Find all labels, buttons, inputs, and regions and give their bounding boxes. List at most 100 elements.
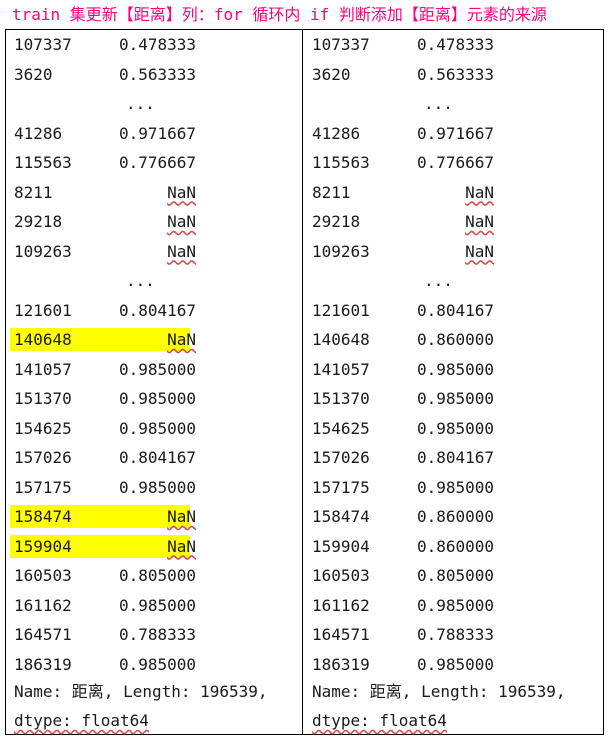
- row-value: 0.985000: [118, 418, 196, 438]
- row-value: NaN: [167, 330, 196, 349]
- row-value: 0.985000: [416, 654, 494, 674]
- row-value: 0.860000: [416, 507, 494, 526]
- row-value: 0.805000: [416, 566, 494, 585]
- row-index: 41286: [312, 123, 361, 143]
- row-value: NaN: [167, 182, 196, 202]
- row-index: 109263: [312, 241, 370, 261]
- series-row: 140648 0.860000: [306, 326, 602, 356]
- series-row: 140648 NaN: [8, 326, 304, 356]
- row-index: 157026: [14, 448, 72, 467]
- row-index: 121601: [312, 300, 370, 320]
- title-prefix: train: [12, 5, 70, 24]
- series-row: 160503 0.805000: [8, 562, 304, 592]
- series-row: 158474 NaN: [8, 503, 304, 533]
- title-cjk-1: 集更新【距离】列：: [69, 5, 214, 24]
- row-index: 115563: [14, 153, 72, 172]
- left-series-output: 107337 0.478333 3620 0.563333... 41286 0.9716…: [8, 31, 304, 680]
- series-row: ...: [8, 90, 304, 120]
- row-value: 0.804167: [416, 448, 494, 467]
- row-value: 0.563333: [416, 64, 494, 84]
- series-row: 164571 0.788333: [8, 621, 304, 651]
- series-row: 164571 0.788333: [306, 621, 602, 651]
- row-value: NaN: [167, 507, 196, 526]
- series-row: 8211 NaN: [8, 179, 304, 209]
- row-index: 160503: [312, 566, 370, 585]
- series-row: 121601 0.804167: [8, 297, 304, 327]
- series-row: 161162 0.985000: [8, 592, 304, 622]
- series-row: 159904 0.860000: [306, 533, 602, 563]
- row-value: 0.985000: [118, 654, 196, 674]
- row-index: 161162: [14, 595, 72, 615]
- series-row: 154625 0.985000: [306, 415, 602, 445]
- row-index: 107337: [312, 35, 370, 54]
- left-footer-dtype: dtype: float64: [14, 711, 149, 730]
- row-value: 0.985000: [416, 389, 494, 408]
- row-value: 0.985000: [416, 359, 494, 379]
- series-row: 159904 NaN: [8, 533, 304, 563]
- series-row: 141057 0.985000: [306, 356, 602, 386]
- row-index: 8211: [14, 182, 53, 202]
- series-row: 154625 0.985000: [8, 415, 304, 445]
- row-index: 8211: [312, 182, 351, 202]
- row-index: 140648: [14, 330, 72, 349]
- series-row: 109263 NaN: [8, 238, 304, 268]
- title-cjk-2: 循环内: [252, 5, 301, 24]
- row-value: 0.985000: [416, 418, 494, 438]
- row-value: 0.971667: [416, 123, 494, 143]
- row-index: 41286: [14, 123, 63, 143]
- right-series-output: 107337 0.478333 3620 0.563333... 41286 0.9716…: [306, 31, 602, 680]
- right-footer-name-length: Name: 距离, Length: 196539,: [312, 682, 566, 701]
- left-footer-name-length: Name: 距离, Length: 196539,: [14, 682, 268, 701]
- row-index: 160503: [14, 566, 72, 585]
- right-series-footer: Name: 距离, Length: 196539, dtype: float64: [312, 677, 566, 735]
- row-index: 157175: [312, 477, 370, 497]
- caption-title: train 集更新【距离】列：for 循环内 if 判断添加【距离】元素的来源: [12, 4, 547, 26]
- series-row: 157026 0.804167: [306, 444, 602, 474]
- row-index: 159904: [312, 536, 370, 556]
- row-value: 0.788333: [416, 625, 494, 644]
- series-row: 8211 NaN: [306, 179, 602, 209]
- row-value: 0.860000: [416, 536, 494, 556]
- series-row: ...: [306, 90, 602, 120]
- series-row: 141057 0.985000: [8, 356, 304, 386]
- row-value: NaN: [167, 241, 196, 261]
- series-row: ...: [306, 267, 602, 297]
- row-value: 0.985000: [416, 477, 494, 497]
- series-row: 41286 0.971667: [306, 120, 602, 150]
- series-row: 3620 0.563333: [8, 61, 304, 91]
- row-index: 107337: [14, 35, 72, 54]
- row-index: 164571: [312, 625, 370, 644]
- series-row: 157175 0.985000: [8, 474, 304, 504]
- right-footer-dtype: dtype: float64: [312, 711, 447, 730]
- series-row: 160503 0.805000: [306, 562, 602, 592]
- row-value: 0.563333: [118, 64, 196, 84]
- ellipsis: ...: [126, 271, 155, 290]
- series-row: 151370 0.985000: [8, 385, 304, 415]
- series-row: 41286 0.971667: [8, 120, 304, 150]
- row-index: 151370: [312, 389, 370, 408]
- series-row: 115563 0.776667: [8, 149, 304, 179]
- series-row: 107337 0.478333: [306, 31, 602, 61]
- ellipsis: ...: [424, 94, 453, 113]
- ellipsis: ...: [424, 271, 453, 290]
- row-index: 159904: [14, 536, 72, 556]
- left-series-footer: Name: 距离, Length: 196539, dtype: float64: [14, 677, 268, 735]
- row-value: 0.985000: [118, 389, 196, 408]
- row-index: 29218: [312, 212, 361, 231]
- row-index: 154625: [312, 418, 370, 438]
- row-index: 140648: [312, 330, 370, 349]
- title-keyword-for: for: [213, 5, 253, 24]
- row-index: 158474: [312, 507, 370, 526]
- title-keyword-if: if: [300, 5, 339, 24]
- row-index: 121601: [14, 300, 72, 320]
- row-value: 0.478333: [416, 35, 494, 54]
- row-value: 0.860000: [416, 330, 494, 349]
- row-value: 0.985000: [118, 359, 196, 379]
- series-row: 161162 0.985000: [306, 592, 602, 622]
- title-cjk-3: 判断添加【距离】元素的来源: [338, 5, 547, 24]
- row-value: NaN: [167, 536, 196, 556]
- series-row: 157175 0.985000: [306, 474, 602, 504]
- row-index: 151370: [14, 389, 72, 408]
- series-row: 29218 NaN: [8, 208, 304, 238]
- row-value: NaN: [465, 241, 494, 261]
